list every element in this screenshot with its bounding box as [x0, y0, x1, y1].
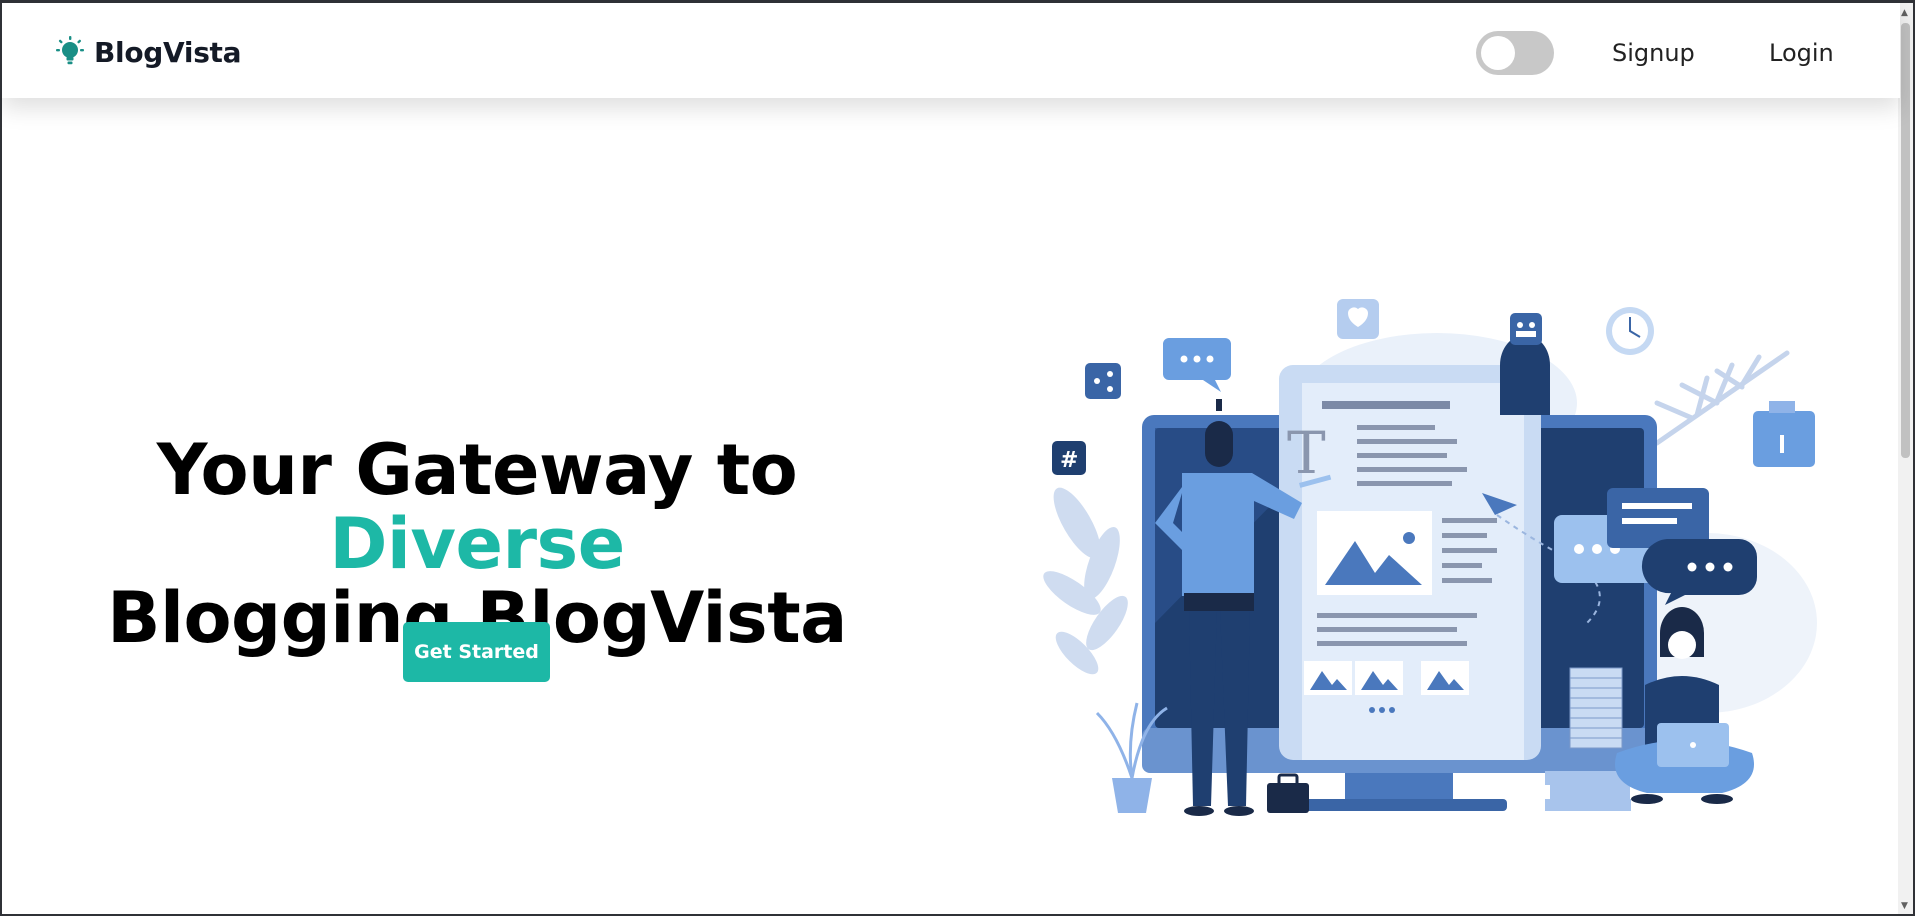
navbar: BlogVista Signup Login: [2, 3, 1900, 98]
scroll-thumb[interactable]: [1901, 23, 1910, 458]
brand-logo[interactable]: BlogVista: [54, 35, 242, 69]
theme-toggle[interactable]: [1476, 31, 1554, 75]
brand-name: BlogVista: [94, 35, 242, 69]
browser-window: BlogVista Signup Login Your Gateway to D…: [0, 0, 1915, 916]
blogging-illustration: T #: [1043, 299, 1817, 816]
scroll-up-arrow-icon[interactable]: ▲: [1901, 8, 1908, 18]
page-scrollbar[interactable]: ▲ ▼: [1898, 3, 1913, 914]
svg-text:#: #: [1060, 448, 1078, 473]
lightbulb-icon: [56, 36, 84, 65]
scroll-down-arrow-icon[interactable]: ▼: [1901, 901, 1908, 911]
hero-title-highlight: Diverse: [329, 503, 625, 585]
hero-title-part1: Your Gateway to: [156, 429, 798, 511]
toggle-knob: [1481, 36, 1515, 70]
get-started-button[interactable]: Get Started: [403, 622, 550, 682]
svg-text:T: T: [1287, 419, 1326, 487]
signup-link[interactable]: Signup: [1612, 39, 1695, 67]
login-link[interactable]: Login: [1769, 39, 1834, 67]
